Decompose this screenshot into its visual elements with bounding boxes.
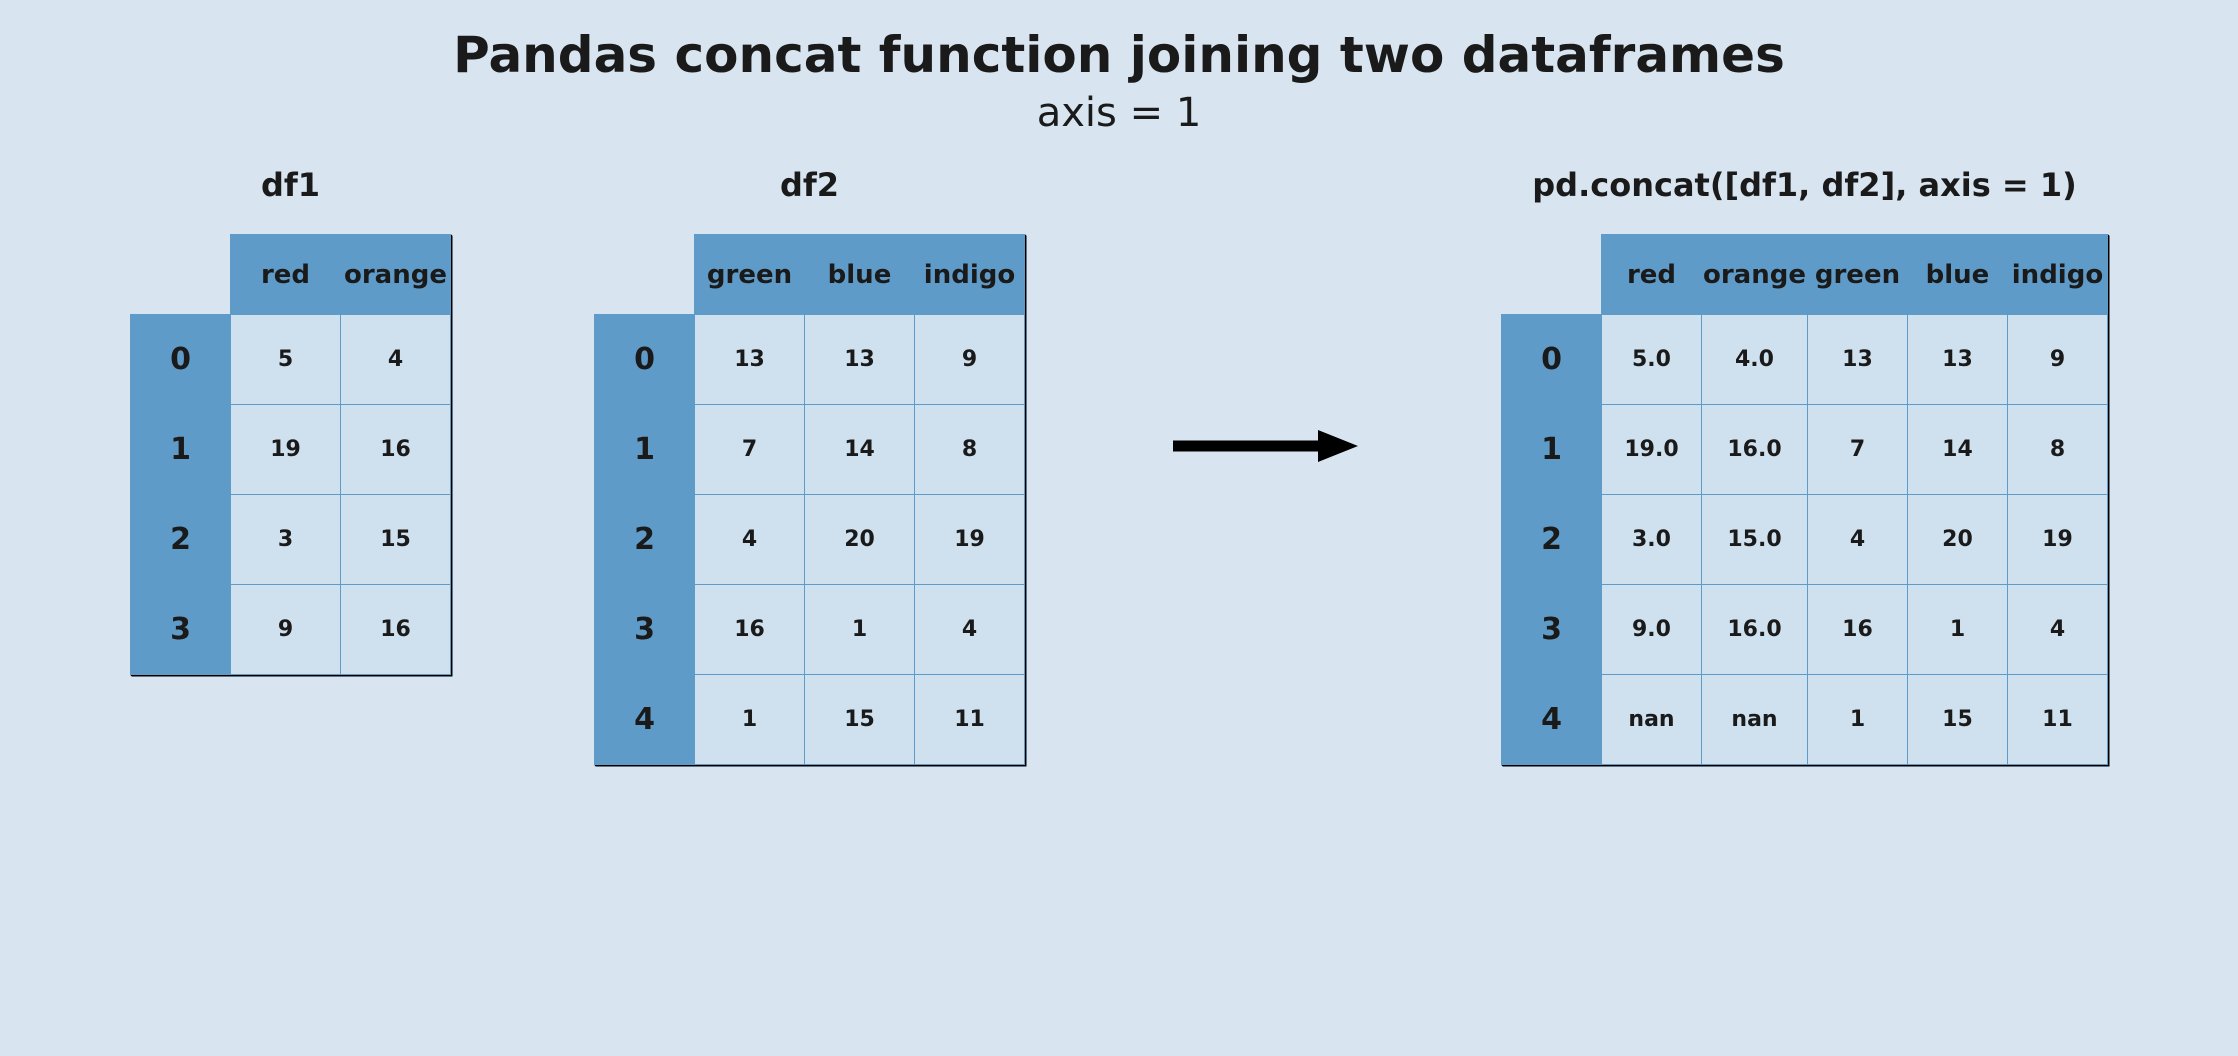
table-cell: 15 [805, 675, 915, 765]
table-cell: 3 [231, 495, 341, 585]
table-cell: 11 [915, 675, 1025, 765]
table-cell: 1 [1907, 585, 2007, 675]
col-header: red [231, 235, 341, 315]
row-header: 4 [595, 675, 695, 765]
row-header: 2 [595, 495, 695, 585]
df1-caption: df1 [261, 166, 320, 204]
table-cell: 16 [341, 405, 451, 495]
table-cell: 14 [805, 405, 915, 495]
table-cell: 20 [805, 495, 915, 585]
result-table: redorangegreenblueindigo05.04.013139119.… [1501, 234, 2108, 765]
table-cell: 19 [231, 405, 341, 495]
table-cell: 19 [915, 495, 1025, 585]
row-header: 4 [1502, 675, 1602, 765]
table-corner [131, 235, 231, 315]
col-header: green [695, 235, 805, 315]
table-cell: 1 [1807, 675, 1907, 765]
table-cell: 13 [695, 315, 805, 405]
table-cell: 13 [1907, 315, 2007, 405]
row-header: 0 [1502, 315, 1602, 405]
table-cell: 15.0 [1702, 495, 1808, 585]
df2-caption: df2 [780, 166, 839, 204]
table-corner [595, 235, 695, 315]
row-header: 0 [131, 315, 231, 405]
row-header: 1 [1502, 405, 1602, 495]
row-header: 3 [1502, 585, 1602, 675]
page-title: Pandas concat function joining two dataf… [0, 26, 2238, 84]
row-header: 2 [131, 495, 231, 585]
panel-result: pd.concat([df1, df2], axis = 1) redorang… [1501, 166, 2108, 765]
table-cell: 4 [915, 585, 1025, 675]
table-cell: 11 [2007, 675, 2107, 765]
table-cell: 8 [2007, 405, 2107, 495]
table-cell: 4 [1807, 495, 1907, 585]
table-cell: nan [1602, 675, 1702, 765]
table-cell: 1 [695, 675, 805, 765]
row-header: 2 [1502, 495, 1602, 585]
table-cell: 9 [915, 315, 1025, 405]
panels-row: df1 redorange0541191623153916 df2 greenb… [0, 166, 2238, 765]
table-cell: 15 [341, 495, 451, 585]
result-caption: pd.concat([df1, df2], axis = 1) [1532, 166, 2076, 204]
table-cell: 15 [1907, 675, 2007, 765]
panel-df1: df1 redorange0541191623153916 [130, 166, 451, 675]
table-cell: 13 [1807, 315, 1907, 405]
panel-df2: df2 greenblueindigo013139171482420193161… [594, 166, 1025, 765]
table-cell: 4 [695, 495, 805, 585]
table-cell: nan [1702, 675, 1808, 765]
table-cell: 19 [2007, 495, 2107, 585]
row-header: 3 [595, 585, 695, 675]
page-subtitle: axis = 1 [0, 90, 2238, 136]
col-header: orange [1702, 235, 1808, 315]
table-cell: 4 [341, 315, 451, 405]
col-header: blue [1907, 235, 2007, 315]
row-header: 1 [131, 405, 231, 495]
table-cell: 7 [695, 405, 805, 495]
table-cell: 1 [805, 585, 915, 675]
diagram-page: Pandas concat function joining two dataf… [0, 26, 2238, 1056]
table-cell: 3.0 [1602, 495, 1702, 585]
arrow-right-icon [1168, 426, 1358, 466]
table-cell: 4.0 [1702, 315, 1808, 405]
table-cell: 7 [1807, 405, 1907, 495]
table-cell: 9 [231, 585, 341, 675]
col-header: green [1807, 235, 1907, 315]
table-cell: 19.0 [1602, 405, 1702, 495]
col-header: indigo [2007, 235, 2107, 315]
row-header: 3 [131, 585, 231, 675]
table-cell: 16 [695, 585, 805, 675]
table-cell: 13 [805, 315, 915, 405]
table-cell: 9.0 [1602, 585, 1702, 675]
col-header: indigo [915, 235, 1025, 315]
df2-table: greenblueindigo0131391714824201931614411… [594, 234, 1025, 765]
col-header: blue [805, 235, 915, 315]
table-cell: 20 [1907, 495, 2007, 585]
table-cell: 16.0 [1702, 405, 1808, 495]
table-cell: 16 [1807, 585, 1907, 675]
table-cell: 16.0 [1702, 585, 1808, 675]
table-corner [1502, 235, 1602, 315]
table-cell: 8 [915, 405, 1025, 495]
table-cell: 14 [1907, 405, 2007, 495]
df1-table: redorange0541191623153916 [130, 234, 451, 675]
col-header: orange [341, 235, 451, 315]
arrow-container [1168, 166, 1358, 726]
col-header: red [1602, 235, 1702, 315]
table-cell: 5 [231, 315, 341, 405]
table-cell: 5.0 [1602, 315, 1702, 405]
table-cell: 4 [2007, 585, 2107, 675]
row-header: 1 [595, 405, 695, 495]
table-cell: 16 [341, 585, 451, 675]
row-header: 0 [595, 315, 695, 405]
table-cell: 9 [2007, 315, 2107, 405]
